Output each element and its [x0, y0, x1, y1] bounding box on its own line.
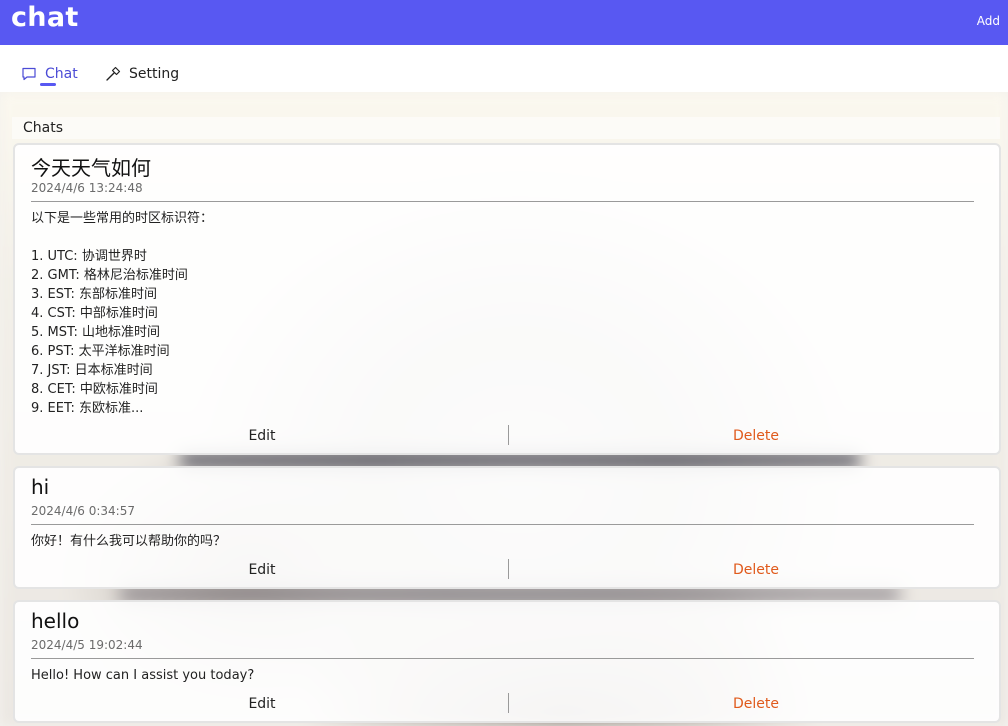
chat-title: hi — [31, 475, 50, 499]
chat-preview: 以下是一些常用的时区标识符： 1. UTC: 协调世界时 2. GMT: 格林尼… — [31, 211, 214, 416]
tab-selected-indicator — [40, 83, 56, 86]
delete-button[interactable]: Delete — [509, 553, 1003, 587]
delete-button[interactable]: Delete — [509, 419, 1003, 453]
divider — [31, 524, 974, 525]
edit-button[interactable]: Edit — [15, 553, 509, 587]
chat-card[interactable]: 今天天气如何 2024/4/6 13:24:48 以下是一些常用的时区标识符： … — [13, 143, 1001, 455]
chat-timestamp: 2024/4/6 0:34:57 — [31, 504, 135, 518]
chat-timestamp: 2024/4/6 13:24:48 — [31, 181, 143, 195]
hammer-icon — [105, 66, 121, 82]
delete-button[interactable]: Delete — [509, 687, 1003, 721]
chat-bubble-icon — [21, 66, 37, 82]
section-header: Chats — [12, 117, 1000, 139]
tab-bar: Chat Setting — [0, 45, 1008, 92]
card-actions: Edit Delete — [15, 553, 999, 587]
add-button[interactable]: Add — [977, 14, 1000, 28]
chat-title: hello — [31, 609, 80, 633]
card-actions: Edit Delete — [15, 687, 999, 721]
tab-label: Setting — [129, 66, 180, 82]
chat-timestamp: 2024/4/5 19:02:44 — [31, 638, 143, 652]
app-title: chat — [11, 2, 79, 33]
chat-preview: Hello! How can I assist you today? — [31, 668, 255, 683]
chat-title: 今天天气如何 — [31, 156, 151, 180]
edit-button[interactable]: Edit — [15, 687, 509, 721]
divider — [31, 658, 974, 659]
background-shape — [120, 587, 900, 601]
chat-card[interactable]: hi 2024/4/6 0:34:57 你好！有什么我可以帮助你的吗？ Edit… — [13, 466, 1001, 589]
tab-setting[interactable]: Setting — [105, 62, 179, 86]
tab-label: Chat — [45, 66, 78, 82]
app-bar: chat Add — [0, 0, 1008, 45]
card-actions: Edit Delete — [15, 419, 999, 453]
chat-card[interactable]: hello 2024/4/5 19:02:44 Hello! How can I… — [13, 600, 1001, 723]
edit-button[interactable]: Edit — [15, 419, 509, 453]
divider — [31, 201, 974, 202]
chat-preview: 你好！有什么我可以帮助你的吗？ — [31, 534, 227, 549]
